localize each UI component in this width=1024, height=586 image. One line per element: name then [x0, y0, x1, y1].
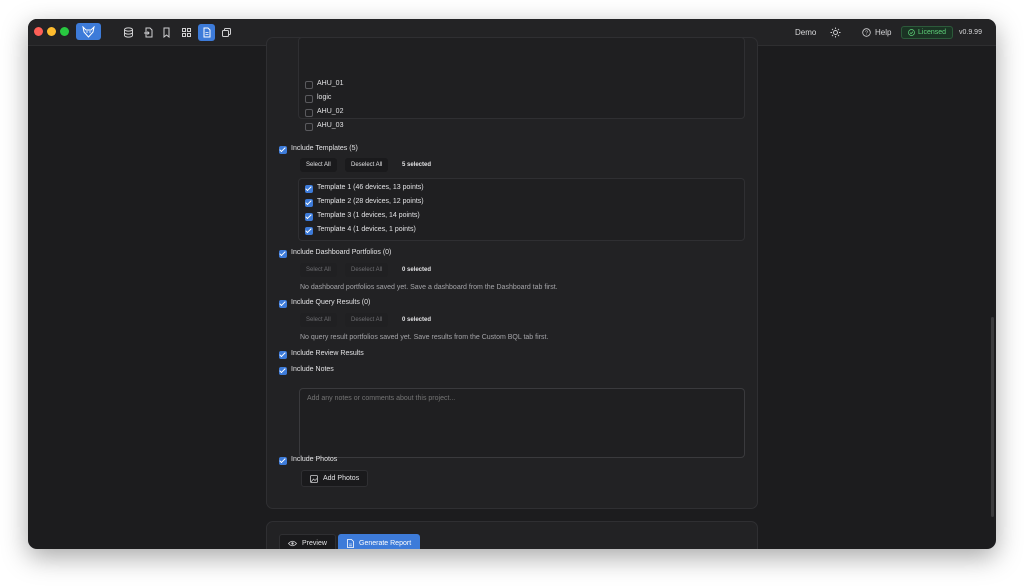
- report-builder: AHU_01 logic AHU_02 AHU_03 Include Templ…: [28, 37, 996, 549]
- site-checkbox[interactable]: [305, 95, 313, 103]
- add-photos-label: Add Photos: [323, 475, 360, 482]
- queries-deselect-all-button[interactable]: Deselect All: [345, 313, 389, 327]
- include-queries-label: Include Query Results (0): [291, 299, 371, 306]
- template-label: Template 1 (46 devices, 13 points): [317, 184, 424, 191]
- app-logo-button[interactable]: [76, 23, 101, 40]
- help-label: Help: [875, 28, 892, 37]
- dashboards-deselect-all-button[interactable]: Deselect All: [345, 263, 389, 277]
- templates-select-all-button[interactable]: Select All: [300, 158, 337, 172]
- dashboards-empty-message: No dashboard portfolios saved yet. Save …: [300, 284, 558, 291]
- close-window-button[interactable]: [34, 27, 43, 36]
- include-review-label: Include Review Results: [291, 350, 364, 357]
- include-templates-label: Include Templates (5): [291, 145, 358, 152]
- license-label: Licensed: [918, 29, 947, 36]
- include-queries-checkbox[interactable]: [279, 300, 287, 308]
- templates-selected-count: 5 selected: [402, 162, 432, 168]
- theme-toggle-icon[interactable]: [827, 24, 844, 41]
- zoom-window-button[interactable]: [60, 27, 69, 36]
- workspace-label[interactable]: Demo: [795, 19, 816, 46]
- app-window: Demo ? Help Licensed v0.9.99 AHU_01 logi…: [28, 19, 996, 549]
- template-checkbox[interactable]: [305, 213, 313, 221]
- copy-icon[interactable]: [218, 24, 235, 41]
- template-checkbox[interactable]: [305, 185, 313, 193]
- file-import-icon[interactable]: [140, 24, 157, 41]
- include-dashboards-checkbox[interactable]: [279, 250, 287, 258]
- site-checkbox[interactable]: [305, 123, 313, 131]
- template-label: Template 3 (1 devices, 14 points): [317, 212, 420, 219]
- template-checkbox[interactable]: [305, 199, 313, 207]
- site-label: AHU_03: [317, 122, 344, 129]
- template-label: Template 2 (28 devices, 12 points): [317, 198, 424, 205]
- add-photos-button[interactable]: Add Photos: [301, 470, 369, 487]
- include-photos-label: Include Photos: [291, 456, 338, 463]
- svg-text:?: ?: [865, 30, 868, 36]
- generate-report-button[interactable]: Generate Report: [338, 534, 421, 549]
- site-checkbox[interactable]: [305, 109, 313, 117]
- license-badge: Licensed: [901, 26, 954, 39]
- bookmark-icon[interactable]: [158, 24, 175, 41]
- grid-icon[interactable]: [178, 24, 195, 41]
- include-dashboards-label: Include Dashboard Portfolios (0): [291, 249, 392, 256]
- help-button[interactable]: ? Help: [862, 19, 891, 46]
- preview-label: Preview: [302, 539, 327, 547]
- include-notes-label: Include Notes: [291, 366, 334, 373]
- sites-list: [298, 37, 745, 119]
- minimize-window-button[interactable]: [47, 27, 56, 36]
- queries-select-all-button[interactable]: Select All: [300, 313, 337, 327]
- scrollbar[interactable]: [991, 317, 994, 517]
- generate-report-label: Generate Report: [359, 539, 412, 547]
- notes-textarea[interactable]: [299, 388, 745, 458]
- queries-selected-count: 0 selected: [402, 317, 432, 323]
- site-label: AHU_02: [317, 108, 344, 115]
- site-checkbox[interactable]: [305, 81, 313, 89]
- help-circle-icon: ?: [862, 28, 871, 37]
- database-icon[interactable]: [120, 24, 137, 41]
- template-checkbox[interactable]: [305, 227, 313, 235]
- include-templates-checkbox[interactable]: [279, 146, 287, 154]
- fox-logo-icon: [82, 25, 95, 38]
- queries-empty-message: No query result portfolios saved yet. Sa…: [300, 334, 549, 341]
- image-icon: [310, 474, 318, 483]
- preview-button[interactable]: Preview: [279, 534, 336, 549]
- dashboards-select-all-button[interactable]: Select All: [300, 263, 337, 277]
- template-label: Template 4 (1 devices, 1 points): [317, 226, 416, 233]
- include-photos-checkbox[interactable]: [279, 457, 287, 465]
- site-label: AHU_01: [317, 80, 344, 87]
- dashboards-selected-count: 0 selected: [402, 267, 432, 273]
- version-label: v0.9.99: [959, 29, 982, 36]
- check-circle-icon: [908, 29, 915, 36]
- eye-icon: [288, 540, 297, 546]
- include-notes-checkbox[interactable]: [279, 367, 287, 375]
- site-label: logic: [317, 94, 332, 101]
- document-icon: [347, 538, 354, 548]
- report-icon[interactable]: [198, 24, 215, 41]
- include-review-checkbox[interactable]: [279, 351, 287, 359]
- templates-deselect-all-button[interactable]: Deselect All: [345, 158, 389, 172]
